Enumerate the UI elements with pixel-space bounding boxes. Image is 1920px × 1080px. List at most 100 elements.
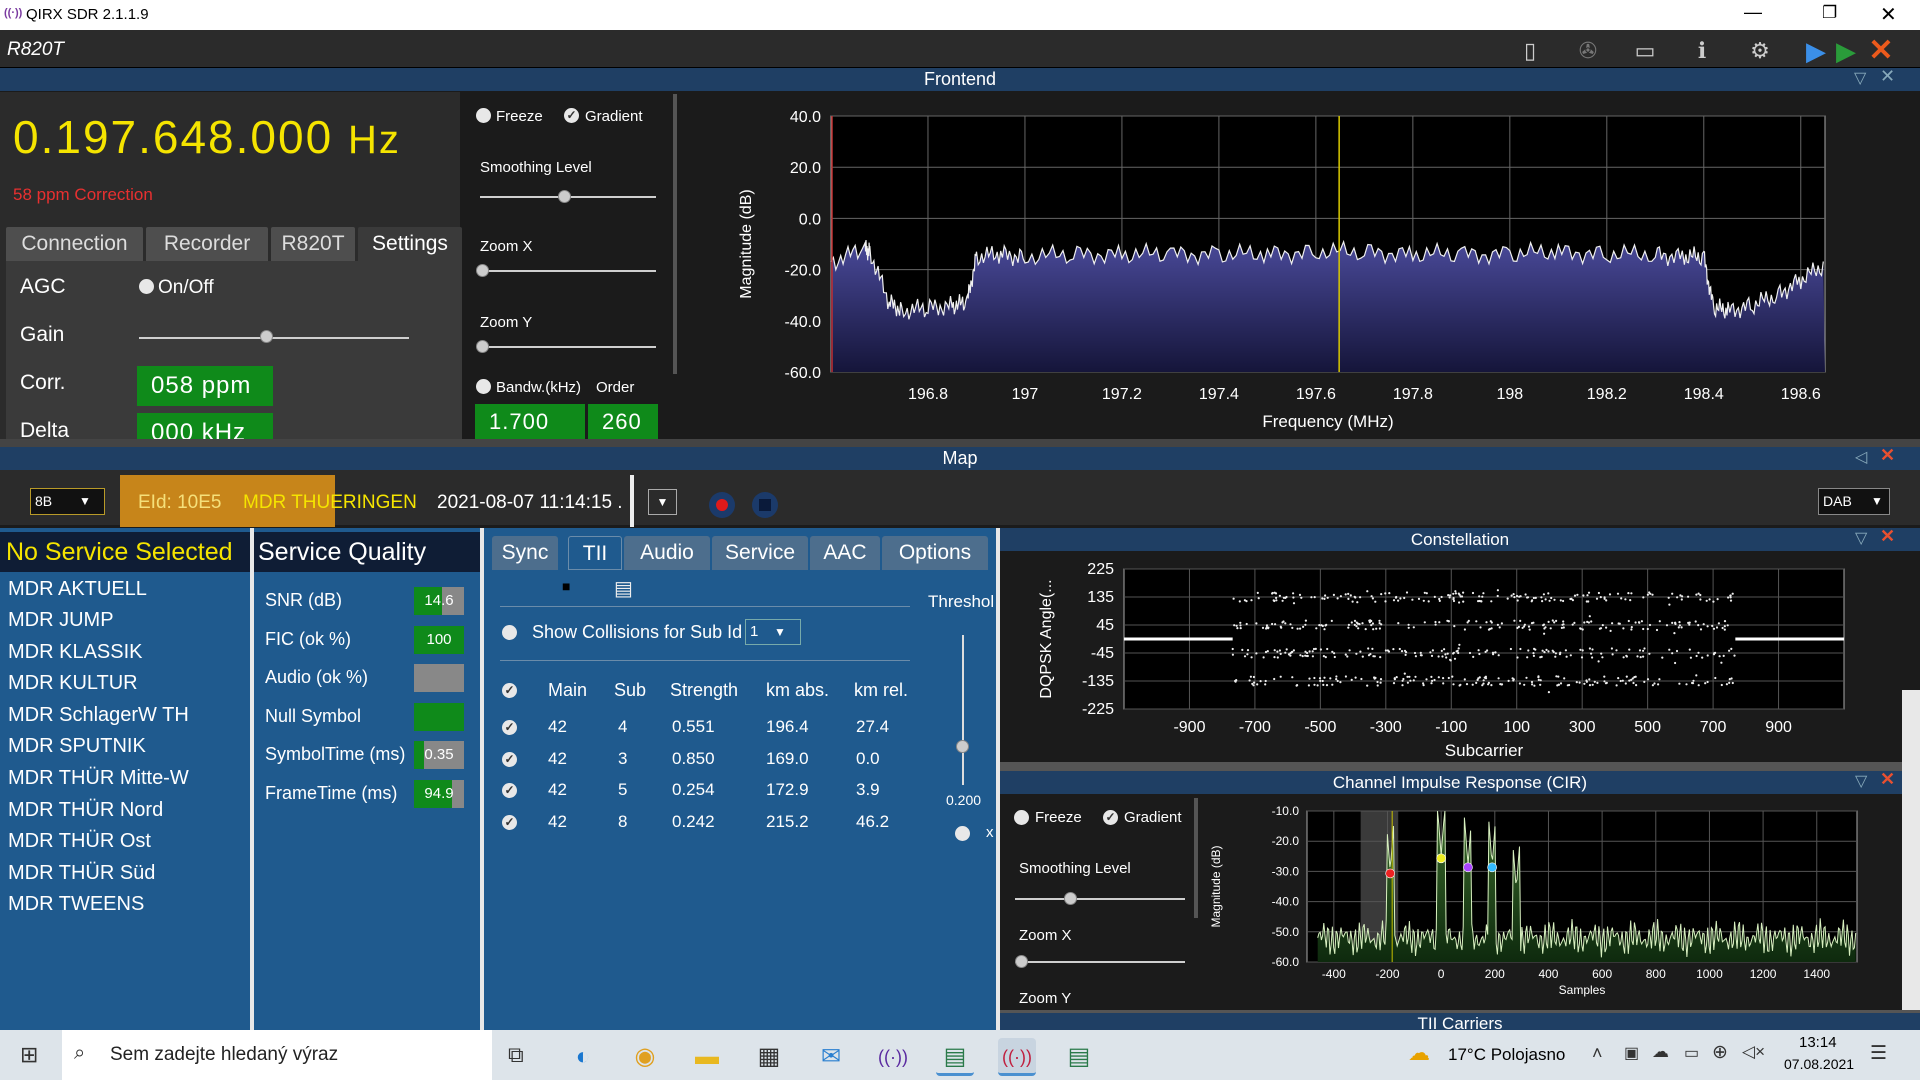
collapse-frontend-icon[interactable]: ▽ (1854, 68, 1866, 88)
close-window-icon[interactable]: ✕ (1880, 2, 1897, 27)
service-item[interactable]: MDR SchlagerW TH (8, 704, 189, 727)
service-item[interactable]: MDR KLASSIK (8, 641, 142, 664)
service-item[interactable]: MDR THÜR Süd (8, 862, 155, 885)
tab-sync[interactable]: Sync (492, 536, 558, 570)
service-item[interactable]: MDR THÜR Nord (8, 799, 163, 822)
settings-gear-icon[interactable]: ⚙ (1747, 38, 1773, 64)
tray-volume-icon[interactable]: ◁× (1742, 1042, 1765, 1062)
tii-row-check[interactable]: ✓ (502, 814, 517, 830)
satellite-icon[interactable]: ✇ (1575, 38, 1601, 64)
cir-zoom-x-thumb[interactable] (1015, 955, 1028, 968)
tray-battery-icon[interactable]: ▭ (1684, 1043, 1699, 1063)
freeze-radio[interactable] (476, 108, 491, 123)
x-radio[interactable] (955, 826, 970, 841)
smoothing-slider-thumb[interactable] (558, 190, 571, 203)
channel-select[interactable]: 8B ▼ (30, 488, 105, 515)
app-window-2-icon[interactable]: ▤ (1060, 1038, 1098, 1076)
cir-controls-scrollbar[interactable] (1194, 798, 1198, 918)
weather-text[interactable]: 17°C Polojasno (1448, 1045, 1565, 1065)
collisions-radio[interactable] (502, 625, 517, 640)
tab-aac[interactable]: AAC (810, 536, 880, 570)
tab-connection[interactable]: Connection (6, 227, 143, 261)
zoom-x-slider[interactable] (480, 270, 656, 272)
zoom-y-slider-thumb[interactable] (476, 340, 489, 353)
document-icon[interactable]: ▤ (614, 576, 633, 601)
qirx-active-icon[interactable]: ((·)) (998, 1038, 1036, 1076)
threshold-slider[interactable] (962, 635, 964, 785)
tii-row-check[interactable]: ✓ (502, 783, 517, 798)
tab-audio[interactable]: Audio (624, 536, 710, 570)
stop-square-icon[interactable]: ■ (562, 578, 570, 594)
tab-settings[interactable]: Settings (358, 227, 462, 261)
task-view-icon[interactable]: ⧉ (508, 1042, 524, 1068)
clock-date[interactable]: 07.08.2021 (1784, 1056, 1854, 1072)
play-blue-icon[interactable]: ▶ (1803, 38, 1829, 64)
bandw-radio[interactable] (476, 379, 491, 394)
service-item[interactable]: MDR AKTUELL (8, 578, 147, 601)
search-box[interactable]: ⌕ Sem zadejte hledaný výraz (62, 1030, 492, 1080)
close-map-icon[interactable]: ✕ (1880, 445, 1895, 466)
collapse-map-icon[interactable]: ◁ (1855, 447, 1867, 467)
tray-cloud-icon[interactable]: ☁ (1652, 1042, 1669, 1062)
zoom-x-slider-thumb[interactable] (476, 264, 489, 277)
clock-time[interactable]: 13:14 (1799, 1034, 1837, 1051)
zoom-y-slider[interactable] (480, 346, 656, 348)
service-item[interactable]: MDR THÜR Ost (8, 830, 151, 853)
gradient-check[interactable]: ✓ (564, 108, 579, 123)
order-value[interactable]: 260 (588, 404, 658, 439)
collapse-constellation-icon[interactable]: ▽ (1855, 528, 1867, 548)
close-frontend-icon[interactable]: ✕ (1880, 66, 1895, 87)
right-scrollbar[interactable] (1902, 690, 1920, 1010)
record-button[interactable] (709, 492, 735, 518)
cir-zoom-x-slider[interactable] (1015, 961, 1185, 963)
mail-icon[interactable]: ✉ (812, 1038, 850, 1076)
gain-slider[interactable] (139, 337, 409, 339)
service-item[interactable]: MDR SPUTNIK (8, 735, 146, 758)
select-all-check[interactable]: ✓ (502, 683, 517, 698)
service-item[interactable]: MDR KULTUR (8, 672, 138, 695)
mode-select[interactable]: DAB ▼ (1818, 488, 1890, 515)
notification-icon[interactable]: ☰ (1870, 1042, 1887, 1065)
constellation-chart[interactable]: -900 -700 -500 -300 -100 100 300 500 700 900 225 13… (1000, 551, 1920, 762)
frontend-splitter[interactable] (0, 439, 1920, 447)
tii-row-check[interactable]: ✓ (502, 720, 517, 735)
tab-recorder[interactable]: Recorder (146, 227, 268, 261)
tray-chevron-icon[interactable]: ˄ (1592, 1043, 1603, 1064)
chrome-icon[interactable]: ◉ (626, 1038, 664, 1076)
gain-slider-thumb[interactable] (260, 330, 273, 343)
qirx-taskbar-icon[interactable]: ((·)) (874, 1038, 912, 1076)
cir-smoothing-thumb[interactable] (1064, 892, 1077, 905)
tab-r820t[interactable]: R820T (271, 227, 355, 261)
windows-start-icon[interactable]: ⊞ (20, 1042, 38, 1068)
minimize-icon[interactable]: — (1744, 2, 1762, 23)
bandw-value[interactable]: 1.700 (475, 404, 585, 439)
tab-tii[interactable]: TII (568, 536, 622, 570)
play-green-icon[interactable]: ▶ (1833, 38, 1859, 64)
dropdown-button[interactable]: ▼ (648, 489, 677, 515)
cir-freeze-radio[interactable] (1014, 810, 1029, 825)
tab-options[interactable]: Options (882, 536, 988, 570)
frequency-display[interactable]: 0.197.648.000 Hz (13, 110, 401, 164)
constellation-splitter[interactable] (1000, 762, 1920, 771)
close-cir-icon[interactable]: ✕ (1880, 769, 1895, 790)
store-icon[interactable]: ▦ (750, 1038, 788, 1076)
app-window-icon[interactable]: ▤ (936, 1038, 974, 1076)
sub-id-select[interactable]: 1 ▼ (745, 619, 801, 645)
tray-globe-icon[interactable]: ⊕ (1712, 1041, 1728, 1064)
file-explorer-icon[interactable]: ▬ (688, 1038, 726, 1076)
cir-chart[interactable]: -400 -200 0 200 400 600 800 1000 1200 1400 -10.0 -2… (1200, 794, 1920, 1010)
window-layout-icon[interactable]: ▭ (1632, 38, 1658, 64)
corr-value[interactable]: 058 ppm (137, 366, 273, 406)
restore-icon[interactable]: ❐ (1822, 3, 1837, 23)
service-item[interactable]: MDR JUMP (8, 609, 114, 632)
collapse-cir-icon[interactable]: ▽ (1855, 771, 1867, 791)
map-icon[interactable]: ▯ (1517, 38, 1543, 64)
service-item[interactable]: MDR TWEENS (8, 893, 144, 916)
stop-button[interactable] (752, 492, 778, 518)
cir-gradient-check[interactable]: ✓ (1103, 810, 1118, 825)
spectrum-chart[interactable]: 196.8 197 197.2 197.4 197.6 197.8 198 198.2 198.… (676, 92, 1920, 439)
tii-row-check[interactable]: ✓ (502, 751, 517, 767)
info-icon[interactable]: ℹ (1689, 38, 1715, 64)
agc-toggle-radio[interactable] (139, 279, 154, 294)
tab-service[interactable]: Service (712, 536, 808, 570)
